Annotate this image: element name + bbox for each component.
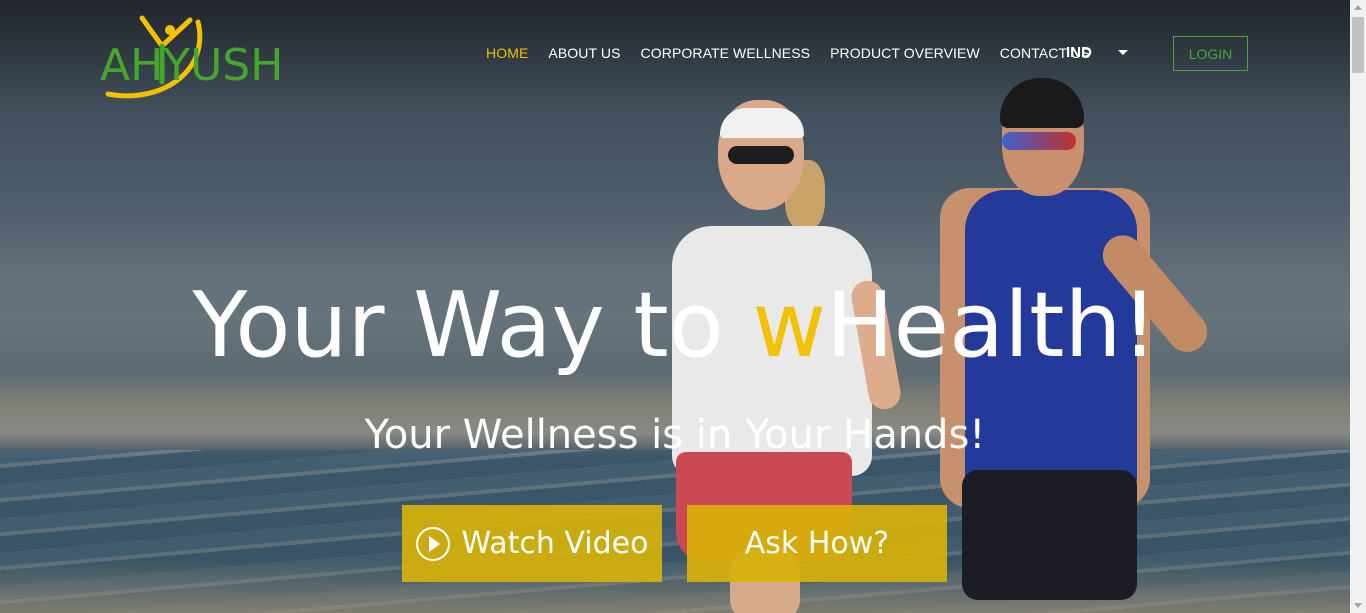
page-scrollbar[interactable] [1350, 0, 1366, 613]
watch-video-label: Watch Video [461, 526, 649, 561]
hero-headline: Your Way to wHealth! [0, 276, 1350, 376]
language-selector[interactable]: IND [1066, 44, 1092, 61]
headline-part-1: Your Way to [192, 273, 753, 378]
ask-how-label: Ask How? [744, 526, 890, 561]
login-button[interactable]: LOGIN [1173, 36, 1248, 71]
ask-how-button[interactable]: Ask How? [687, 505, 947, 582]
scroll-thumb[interactable] [1352, 17, 1364, 73]
beach-sand [0, 560, 1350, 613]
runner-woman-sunglasses [728, 146, 794, 164]
main-nav: HOME ABOUT US CORPORATE WELLNESS PRODUCT… [486, 44, 1111, 62]
site-logo[interactable]: AHYUSH [100, 12, 283, 102]
nav-about-us[interactable]: ABOUT US [548, 45, 620, 61]
watch-video-button[interactable]: Watch Video [402, 505, 662, 582]
nav-home[interactable]: HOME [486, 45, 528, 61]
runner-man-shorts [962, 470, 1137, 600]
headline-highlight: w [752, 273, 826, 378]
logo-text: AHYUSH [100, 40, 284, 91]
caret-down-icon[interactable] [1118, 50, 1128, 55]
hero-subheadline: Your Wellness is in Your Hands! [364, 412, 986, 458]
runner-man-cap [1000, 78, 1084, 128]
scroll-down-arrow-icon[interactable] [1354, 603, 1362, 608]
nav-product-overview[interactable]: PRODUCT OVERVIEW [830, 45, 980, 61]
runner-man-sunglasses [1002, 132, 1076, 150]
hero-background: AHYUSH HOME ABOUT US CORPORATE WELLNESS … [0, 0, 1350, 613]
scroll-up-arrow-icon[interactable] [1354, 5, 1362, 10]
headline-part-2: Health! [825, 273, 1158, 378]
play-circle-icon [415, 526, 450, 561]
runner-woman-visor [720, 108, 804, 138]
nav-corporate-wellness[interactable]: CORPORATE WELLNESS [641, 45, 811, 61]
